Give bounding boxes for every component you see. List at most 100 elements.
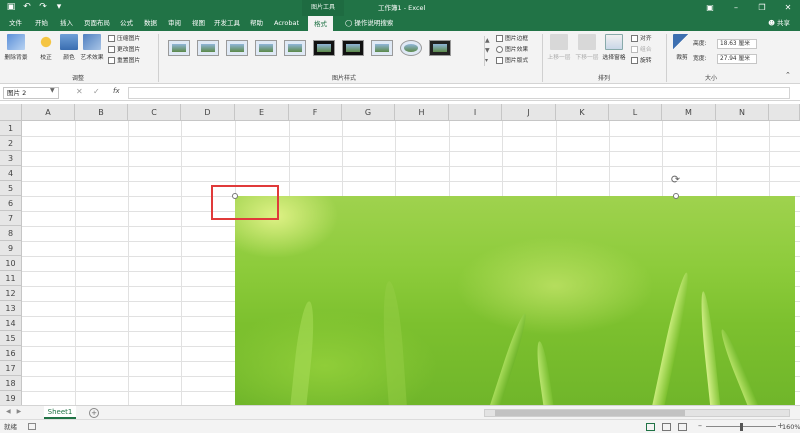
row-header[interactable]: 3 bbox=[0, 151, 22, 166]
row-header[interactable]: 11 bbox=[0, 271, 22, 286]
rotate-handle-icon[interactable]: ⟳ bbox=[669, 173, 682, 186]
column-header[interactable]: H bbox=[395, 104, 449, 121]
tab-formulas[interactable]: 公式 bbox=[120, 16, 133, 31]
more-icon[interactable]: ▾ bbox=[485, 56, 492, 66]
close-icon[interactable]: ✕ bbox=[782, 2, 794, 14]
row-header[interactable]: 15 bbox=[0, 331, 22, 346]
style-thumb[interactable] bbox=[342, 40, 364, 56]
rotate-button[interactable]: 旋转 bbox=[631, 57, 652, 66]
reset-picture-button[interactable]: 重置图片 bbox=[108, 57, 140, 66]
horizontal-scrollbar[interactable] bbox=[484, 409, 790, 417]
selection-pane-button[interactable]: 选择窗格 bbox=[601, 34, 627, 61]
undo-icon[interactable]: ↶ bbox=[22, 2, 32, 12]
zoom-slider-thumb[interactable] bbox=[740, 423, 743, 431]
style-thumb[interactable] bbox=[371, 40, 393, 56]
picture-effects-button[interactable]: 图片效果 bbox=[496, 46, 528, 55]
send-backward-button[interactable]: 下移一层 bbox=[574, 34, 600, 61]
row-header[interactable]: 12 bbox=[0, 286, 22, 301]
tab-help[interactable]: 帮助 bbox=[250, 16, 263, 31]
gallery-scroll[interactable]: ▲ ▼ ▾ bbox=[484, 36, 492, 66]
chevron-up-icon[interactable]: ▲ bbox=[485, 36, 492, 46]
style-thumb[interactable] bbox=[400, 40, 422, 56]
column-header[interactable]: M bbox=[662, 104, 716, 121]
width-input[interactable]: 27.94 厘米 bbox=[717, 54, 757, 64]
row-header[interactable]: 7 bbox=[0, 211, 22, 226]
sheet-nav-icon[interactable]: ◀▶ bbox=[6, 408, 27, 415]
insert-function-button[interactable]: fx bbox=[113, 87, 120, 95]
row-header[interactable]: 4 bbox=[0, 166, 22, 181]
height-input[interactable]: 18.63 厘米 bbox=[717, 39, 757, 49]
restore-icon[interactable]: ❐ bbox=[756, 2, 768, 14]
row-header[interactable]: 10 bbox=[0, 256, 22, 271]
column-header[interactable]: C bbox=[128, 104, 181, 121]
crop-button[interactable]: 裁剪 bbox=[669, 34, 695, 61]
row-header[interactable]: 13 bbox=[0, 301, 22, 316]
tab-format[interactable]: 格式 bbox=[308, 16, 333, 31]
zoom-out-icon[interactable]: – bbox=[698, 421, 702, 430]
column-header[interactable]: K bbox=[556, 104, 609, 121]
row-header[interactable]: 8 bbox=[0, 226, 22, 241]
enter-icon[interactable]: ✓ bbox=[93, 87, 100, 96]
change-picture-button[interactable]: 更改图片 bbox=[108, 46, 140, 55]
compress-pictures-button[interactable]: 压缩图片 bbox=[108, 35, 140, 44]
group-button[interactable]: 组合 bbox=[631, 46, 652, 55]
macro-record-icon[interactable] bbox=[28, 423, 36, 430]
row-header[interactable]: 1 bbox=[0, 121, 22, 136]
row-header[interactable]: 9 bbox=[0, 241, 22, 256]
row-header[interactable]: 17 bbox=[0, 361, 22, 376]
column-header[interactable]: J bbox=[502, 104, 556, 121]
ribbon-collapse-icon[interactable]: ⌃ bbox=[785, 71, 791, 80]
worksheet-grid[interactable]: A B C D E F G H I J K L M N 1 2 3 4 5 6 … bbox=[0, 104, 800, 405]
formula-input[interactable] bbox=[128, 87, 790, 99]
artistic-effects-button[interactable]: 艺术效果 bbox=[79, 34, 105, 61]
row-header[interactable]: 5 bbox=[0, 181, 22, 196]
remove-background-button[interactable]: 删除背景 bbox=[3, 34, 29, 61]
ribbon-display-icon[interactable]: ▣ bbox=[704, 2, 716, 14]
share-button[interactable]: ☻ 共享 bbox=[768, 16, 790, 31]
column-header[interactable]: B bbox=[75, 104, 128, 121]
style-thumb[interactable] bbox=[168, 40, 190, 56]
zoom-level[interactable]: 160% bbox=[782, 420, 800, 434]
tab-home[interactable]: 开始 bbox=[35, 16, 48, 31]
row-header[interactable]: 2 bbox=[0, 136, 22, 151]
style-thumb[interactable] bbox=[197, 40, 219, 56]
style-thumb[interactable] bbox=[255, 40, 277, 56]
column-header[interactable]: I bbox=[449, 104, 502, 121]
normal-view-icon[interactable] bbox=[646, 423, 655, 431]
chevron-down-icon[interactable]: ▼ bbox=[50, 87, 55, 94]
style-thumb[interactable] bbox=[284, 40, 306, 56]
tab-acrobat[interactable]: Acrobat bbox=[274, 16, 299, 31]
save-icon[interactable]: ▣ bbox=[6, 2, 16, 12]
resize-handle[interactable] bbox=[673, 193, 679, 199]
scrollbar-thumb[interactable] bbox=[495, 410, 685, 416]
column-header[interactable] bbox=[769, 104, 800, 121]
column-header[interactable]: L bbox=[609, 104, 662, 121]
tell-me-search[interactable]: ◯ 操作说明搜索 bbox=[345, 16, 393, 31]
tab-review[interactable]: 审阅 bbox=[168, 16, 181, 31]
column-header[interactable]: F bbox=[289, 104, 342, 121]
page-layout-view-icon[interactable] bbox=[662, 423, 671, 431]
align-button[interactable]: 对齐 bbox=[631, 35, 652, 44]
add-sheet-icon[interactable]: + bbox=[89, 408, 99, 418]
redo-icon[interactable]: ↷ bbox=[38, 2, 48, 12]
column-header[interactable]: A bbox=[22, 104, 75, 121]
row-header[interactable]: 14 bbox=[0, 316, 22, 331]
minimize-icon[interactable]: – bbox=[730, 2, 742, 14]
column-header[interactable]: G bbox=[342, 104, 395, 121]
tab-data[interactable]: 数据 bbox=[144, 16, 157, 31]
picture-border-button[interactable]: 图片边框 bbox=[496, 35, 528, 44]
style-thumb[interactable] bbox=[313, 40, 335, 56]
page-break-view-icon[interactable] bbox=[678, 423, 687, 431]
column-header[interactable]: E bbox=[235, 104, 289, 121]
chevron-down-icon[interactable]: ▼ bbox=[485, 46, 492, 56]
column-header[interactable]: N bbox=[716, 104, 769, 121]
grass-picture[interactable] bbox=[235, 196, 795, 405]
tab-page-layout[interactable]: 页面布局 bbox=[84, 16, 110, 31]
tab-view[interactable]: 视图 bbox=[192, 16, 205, 31]
row-header[interactable]: 16 bbox=[0, 346, 22, 361]
tab-file[interactable]: 文件 bbox=[9, 16, 22, 31]
row-header[interactable]: 18 bbox=[0, 376, 22, 391]
picture-layout-button[interactable]: 图片版式 bbox=[496, 57, 528, 66]
tab-insert[interactable]: 插入 bbox=[60, 16, 73, 31]
row-header[interactable]: 6 bbox=[0, 196, 22, 211]
